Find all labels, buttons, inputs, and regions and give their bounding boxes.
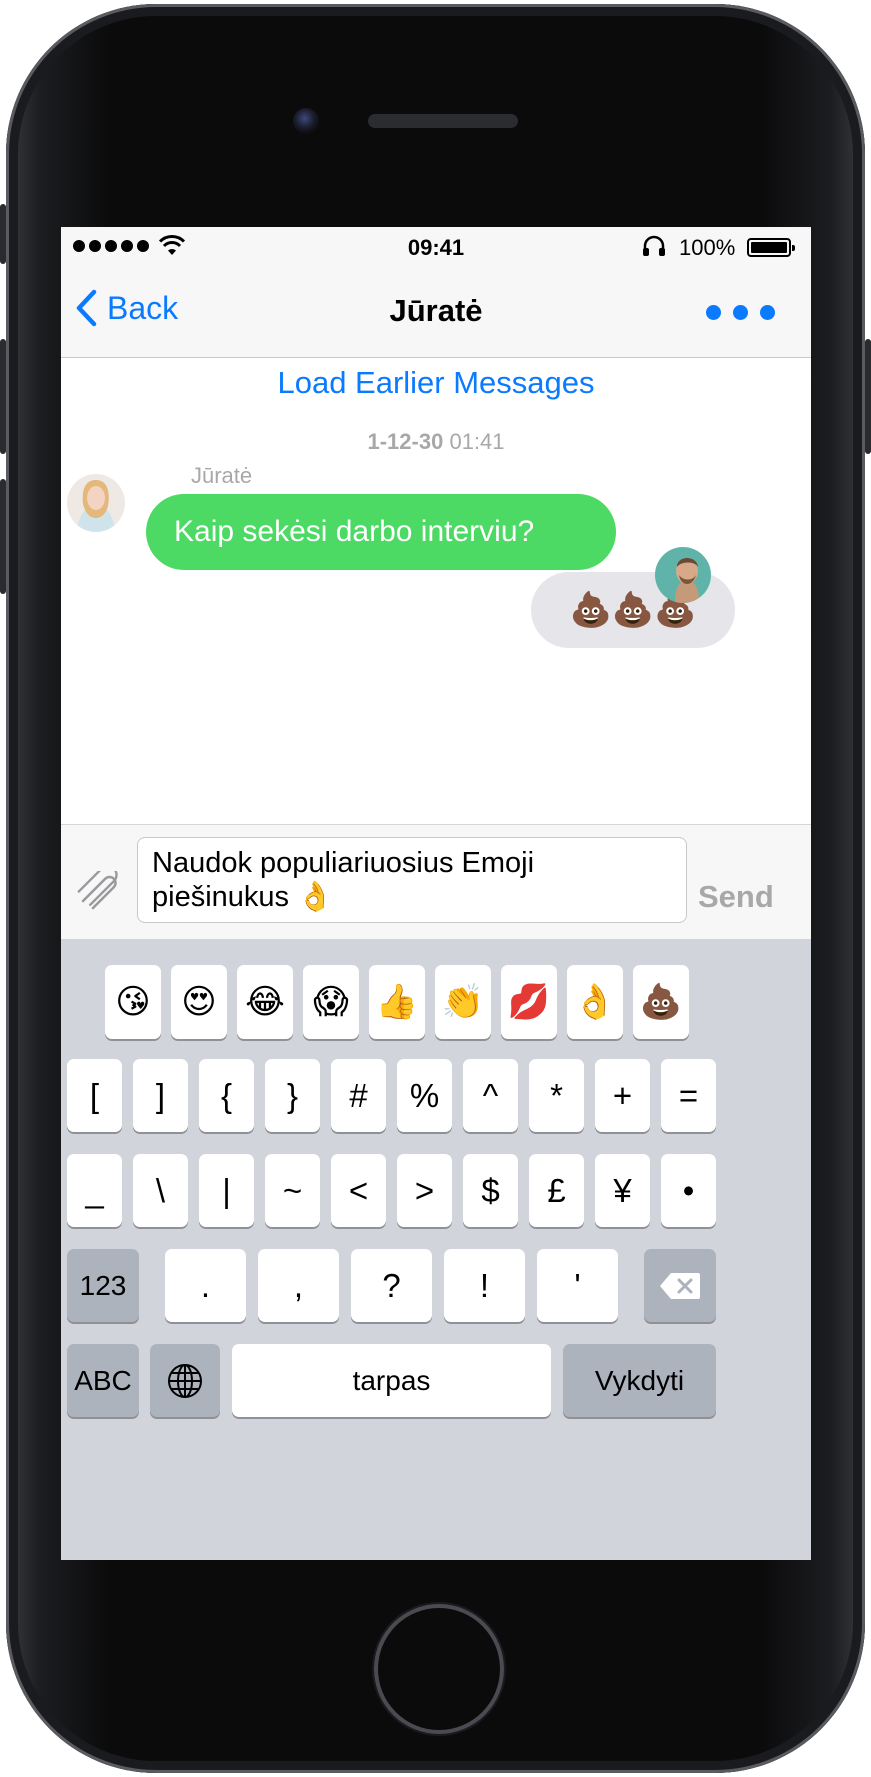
dot-icon xyxy=(706,305,721,320)
globe-icon xyxy=(168,1363,202,1398)
key[interactable]: % xyxy=(397,1059,452,1132)
key[interactable]: • xyxy=(661,1154,716,1227)
key[interactable]: , xyxy=(258,1249,339,1322)
dot-icon xyxy=(760,305,775,320)
return-key[interactable]: Vykdyti xyxy=(563,1344,716,1417)
key[interactable]: ' xyxy=(537,1249,618,1322)
mute-switch xyxy=(0,204,6,264)
key[interactable]: ] xyxy=(133,1059,188,1132)
keyboard: 😘 😍 😂 😱 👍 👏 💋 👌 💩 [ ] { } # % ^ * + = _ … xyxy=(61,939,811,1560)
incoming-message-bubble[interactable]: Kaip sekėsi darbo interviu? xyxy=(146,494,616,570)
message-input-bar: Naudok populiariuosius Emoji piešinukus … xyxy=(61,824,811,940)
key[interactable]: £ xyxy=(529,1154,584,1227)
power-button xyxy=(865,339,871,454)
earpiece-speaker xyxy=(368,114,518,128)
status-bar: 09:41 100% xyxy=(61,227,811,267)
globe-key[interactable] xyxy=(150,1344,220,1417)
key[interactable]: ? xyxy=(351,1249,432,1322)
battery-icon xyxy=(747,238,795,257)
emoji-key[interactable]: 😱 xyxy=(303,965,359,1039)
contact-avatar[interactable] xyxy=(67,474,125,532)
timestamp-date: 1-12-30 xyxy=(367,429,444,454)
key[interactable]: = xyxy=(661,1059,716,1132)
incoming-message-text: Kaip sekėsi darbo interviu? xyxy=(174,515,535,548)
emoji-key[interactable]: 👏 xyxy=(435,965,491,1039)
key[interactable]: ! xyxy=(444,1249,525,1322)
message-timestamp: 1-12-30 01:41 xyxy=(61,429,811,455)
key[interactable]: ¥ xyxy=(595,1154,650,1227)
more-options-button[interactable] xyxy=(706,305,775,320)
key[interactable]: | xyxy=(199,1154,254,1227)
front-camera xyxy=(293,108,319,134)
key[interactable]: ~ xyxy=(265,1154,320,1227)
paperclip-icon[interactable] xyxy=(75,871,121,911)
sender-name: Jūratė xyxy=(191,463,253,488)
delete-key[interactable] xyxy=(644,1249,716,1322)
key[interactable]: . xyxy=(165,1249,246,1322)
key[interactable]: [ xyxy=(67,1059,122,1132)
message-input[interactable]: Naudok populiariuosius Emoji piešinukus … xyxy=(137,837,687,923)
load-earlier-button[interactable]: Load Earlier Messages xyxy=(61,365,811,401)
key[interactable]: _ xyxy=(67,1154,122,1227)
page-title: Jūratė xyxy=(389,293,483,328)
emoji-key[interactable]: 😍 xyxy=(171,965,227,1039)
key[interactable]: \ xyxy=(133,1154,188,1227)
key[interactable]: > xyxy=(397,1154,452,1227)
volume-up-button xyxy=(0,339,6,454)
dot-icon xyxy=(733,305,748,320)
emoji-key[interactable]: 😘 xyxy=(105,965,161,1039)
home-button[interactable] xyxy=(374,1604,504,1734)
navigation-bar: Back Jūratė xyxy=(61,267,811,358)
key[interactable]: # xyxy=(331,1059,386,1132)
screen: 09:41 100% Back Jūratė Load Earlier Mess… xyxy=(61,227,811,1560)
key[interactable]: * xyxy=(529,1059,584,1132)
numbers-key[interactable]: 123 xyxy=(67,1249,139,1322)
key[interactable]: { xyxy=(199,1059,254,1132)
send-button[interactable]: Send xyxy=(698,879,774,915)
emoji-key[interactable]: 💩 xyxy=(633,965,689,1039)
space-key[interactable]: tarpas xyxy=(232,1344,551,1417)
battery-percent: 100% xyxy=(679,235,736,260)
emoji-key[interactable]: 👌 xyxy=(567,965,623,1039)
abc-key[interactable]: ABC xyxy=(67,1344,139,1417)
key[interactable]: < xyxy=(331,1154,386,1227)
key[interactable]: ^ xyxy=(463,1059,518,1132)
key[interactable]: + xyxy=(595,1059,650,1132)
emoji-key[interactable]: 😂 xyxy=(237,965,293,1039)
headphones-icon xyxy=(643,235,665,256)
user-avatar[interactable] xyxy=(655,547,711,603)
emoji-key[interactable]: 💋 xyxy=(501,965,557,1039)
volume-down-button xyxy=(0,479,6,594)
timestamp-time: 01:41 xyxy=(449,429,505,454)
key[interactable]: $ xyxy=(463,1154,518,1227)
emoji-suggestion-row: 😘 😍 😂 😱 👍 👏 💋 👌 💩 xyxy=(105,965,689,1039)
delete-icon xyxy=(660,1272,700,1299)
key[interactable]: } xyxy=(265,1059,320,1132)
emoji-key[interactable]: 👍 xyxy=(369,965,425,1039)
